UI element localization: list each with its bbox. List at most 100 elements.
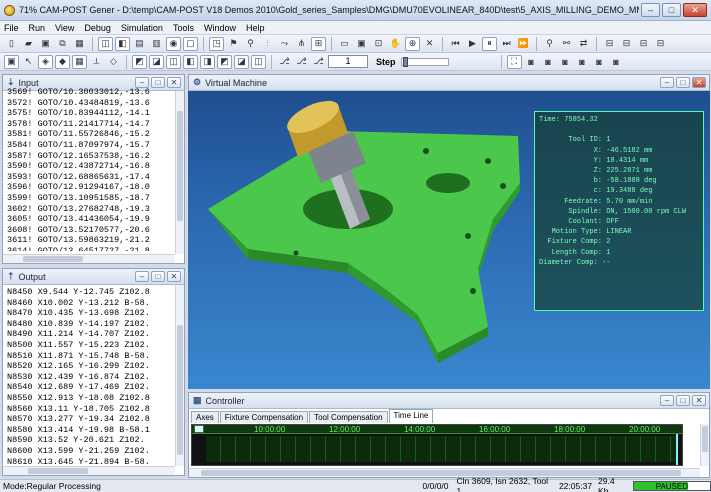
controller-minimize-button[interactable]: –	[660, 395, 674, 406]
rewind-icon[interactable]: ⏮	[448, 37, 463, 51]
minimize-button[interactable]: –	[641, 3, 660, 17]
layout-4-icon[interactable]: ▥	[149, 37, 164, 51]
timeline-cursor[interactable]	[676, 434, 678, 465]
output-code-line[interactable]: N8510 X11.871 Y-15.748 B-58.	[7, 351, 184, 362]
input-code-line[interactable]: 3581! GOTO/11.55726846,-15.2	[7, 129, 184, 140]
input-code-line[interactable]: 3590! GOTO/12.43872714,-16.8	[7, 161, 184, 172]
zoom-box-icon[interactable]: ⊕	[405, 36, 420, 51]
tab-axes[interactable]: Axes	[191, 411, 219, 423]
controller-vertical-scrollbar[interactable]	[700, 424, 709, 466]
input-maximize-button[interactable]: □	[151, 77, 165, 88]
view-1-icon[interactable]: ◩	[132, 54, 147, 69]
menu-file[interactable]: File	[4, 23, 19, 33]
output-code-line[interactable]: N8490 X11.214 Y-14.707 Z102.	[7, 329, 184, 340]
fit-icon[interactable]: ⛶	[506, 54, 522, 69]
view-2-icon[interactable]: ◪	[149, 54, 164, 69]
menu-help[interactable]: Help	[246, 23, 265, 33]
input-code-line[interactable]: 3593! GOTO/12.68865631,-17.4	[7, 172, 184, 183]
screen-icon[interactable]: ▣	[4, 54, 19, 69]
menu-debug[interactable]: Debug	[84, 23, 111, 33]
input-code-line[interactable]: 3602! GOTO/13.27682748,-19.3	[7, 204, 184, 215]
output-code-line[interactable]: N8550 X12.913 Y-18.08 Z102.8	[7, 393, 184, 404]
output-code-list[interactable]: N8450 X9.544 Y-12.745 Z102.8 N8460 X10.00…	[3, 287, 184, 467]
input-code-list[interactable]: 3569! GOTO/10.30033012,-13.6 3572! GOTO/1…	[3, 87, 184, 251]
menu-view[interactable]: View	[55, 23, 74, 33]
menu-simulation[interactable]: Simulation	[121, 23, 163, 33]
output-code-line[interactable]: N8460 X10.002 Y-13.212 B-58.	[7, 298, 184, 309]
view-8-icon[interactable]: ◫	[251, 54, 266, 69]
output-code-line[interactable]: N8580 X13.414 Y-19.98 B-58.1	[7, 425, 184, 436]
menu-tools[interactable]: Tools	[173, 23, 194, 33]
input-vertical-scrollbar[interactable]	[175, 91, 184, 254]
controller-maximize-button[interactable]: □	[676, 395, 690, 406]
align-icon[interactable]: ⫶	[260, 37, 275, 51]
pause-icon[interactable]: ⏸	[482, 36, 497, 51]
view-5-icon[interactable]: ◨	[200, 54, 215, 69]
split-1-icon[interactable]: ⊟	[602, 37, 617, 51]
monitor-icon[interactable]: ▢	[183, 36, 198, 51]
close-button[interactable]: ✕	[683, 3, 707, 17]
tree-icon[interactable]: ⋔	[294, 37, 309, 51]
cam-4-icon[interactable]: ◙	[575, 55, 590, 69]
new-file-icon[interactable]: ▯	[4, 37, 19, 51]
step-input[interactable]: 1	[328, 55, 368, 68]
virtual-machine-viewport[interactable]: Time: 75854.32 Tool ID: 1 X: -46.5182 mm…	[188, 91, 710, 389]
output-code-line[interactable]: N8560 X13.11 Y-18.705 Z102.8	[7, 404, 184, 415]
input-code-line[interactable]: 3572! GOTO/10.43484819,-13.6	[7, 98, 184, 109]
binoculars-icon[interactable]: ⚯	[559, 37, 574, 51]
input-horizontal-scrollbar[interactable]	[3, 254, 175, 263]
input-code-line[interactable]: 3587! GOTO/12.16537538,-16.2	[7, 151, 184, 162]
view-6-icon[interactable]: ◩	[217, 54, 232, 69]
flag-icon[interactable]: ⚑	[226, 37, 241, 51]
cross-icon[interactable]: ✕	[422, 37, 437, 51]
input-code-line[interactable]: 3614! GOTO/13.64517727,-21.8	[7, 246, 184, 251]
copy-icon[interactable]: ⧉	[55, 37, 70, 51]
split-3-icon[interactable]: ⊟	[636, 37, 651, 51]
find-icon[interactable]: ⚲	[542, 37, 557, 51]
timeline-panel[interactable]: 10:00:00 12:00:00 14:00:00 16:00:00 18:0…	[191, 424, 683, 466]
save-icon[interactable]: ▣	[38, 37, 53, 51]
layout-1-icon[interactable]: ◫	[98, 36, 113, 51]
step-forward-icon[interactable]: ⏭	[499, 37, 514, 51]
output-horizontal-scrollbar[interactable]	[3, 466, 175, 475]
tile-icon[interactable]: ⊡	[371, 37, 386, 51]
vm-maximize-button[interactable]: □	[676, 77, 690, 88]
output-code-line[interactable]: N8530 X12.439 Y-16.874 Z102.	[7, 372, 184, 383]
machine-icon[interactable]: ◈	[38, 54, 53, 69]
output-minimize-button[interactable]: –	[135, 271, 149, 282]
output-vertical-scrollbar[interactable]	[175, 285, 184, 466]
window-icon[interactable]: ▭	[337, 37, 352, 51]
tool-icon[interactable]: ◆	[55, 54, 70, 69]
tab-tool-compensation[interactable]: Tool Compensation	[309, 411, 388, 423]
output-code-line[interactable]: N8570 X13.277 Y-19.34 Z102.8	[7, 414, 184, 425]
cam-5-icon[interactable]: ◙	[592, 55, 607, 69]
output-code-line[interactable]: N8450 X9.544 Y-12.745 Z102.8	[7, 287, 184, 298]
tab-time-line[interactable]: Time Line	[388, 409, 434, 423]
output-maximize-button[interactable]: □	[151, 271, 165, 282]
controller-close-button[interactable]: ✕	[692, 395, 706, 406]
replace-icon[interactable]: ⇄	[576, 37, 591, 51]
input-code-line[interactable]: 3599! GOTO/13.10951585,-18.7	[7, 193, 184, 204]
vm-minimize-button[interactable]: –	[660, 77, 674, 88]
step-slider[interactable]	[400, 56, 449, 67]
output-code-line[interactable]: N8540 X12.689 Y-17.469 Z102.	[7, 382, 184, 393]
hand-icon[interactable]: ✋	[388, 37, 403, 51]
input-code-line[interactable]: 3605! GOTO/13.41436054,-19.9	[7, 214, 184, 225]
tab-fixture-compensation[interactable]: Fixture Compensation	[219, 411, 309, 423]
input-code-line[interactable]: 3608! GOTO/13.52170577,-20.6	[7, 225, 184, 236]
input-code-line[interactable]: 3569! GOTO/10.30033012,-13.6	[7, 87, 184, 98]
input-minimize-button[interactable]: –	[135, 77, 149, 88]
pointer-icon[interactable]: ↖	[21, 55, 36, 69]
input-close-button[interactable]: ✕	[167, 77, 181, 88]
split-2-icon[interactable]: ⊟	[619, 37, 634, 51]
cam-2-icon[interactable]: ◙	[541, 55, 556, 69]
layout-3-icon[interactable]: ▤	[132, 37, 147, 51]
pin-icon[interactable]: ⚲	[243, 37, 258, 51]
input-code-line[interactable]: 3578! GOTO/11.21417714,-14.7	[7, 119, 184, 130]
fast-forward-icon[interactable]: ⏩	[516, 37, 531, 51]
input-code-line[interactable]: 3584! GOTO/11.87097974,-15.7	[7, 140, 184, 151]
cam-6-icon[interactable]: ◙	[609, 55, 624, 69]
output-close-button[interactable]: ✕	[167, 271, 181, 282]
cube-icon[interactable]: ◇	[106, 55, 121, 69]
open-folder-icon[interactable]: ▰	[21, 37, 36, 51]
